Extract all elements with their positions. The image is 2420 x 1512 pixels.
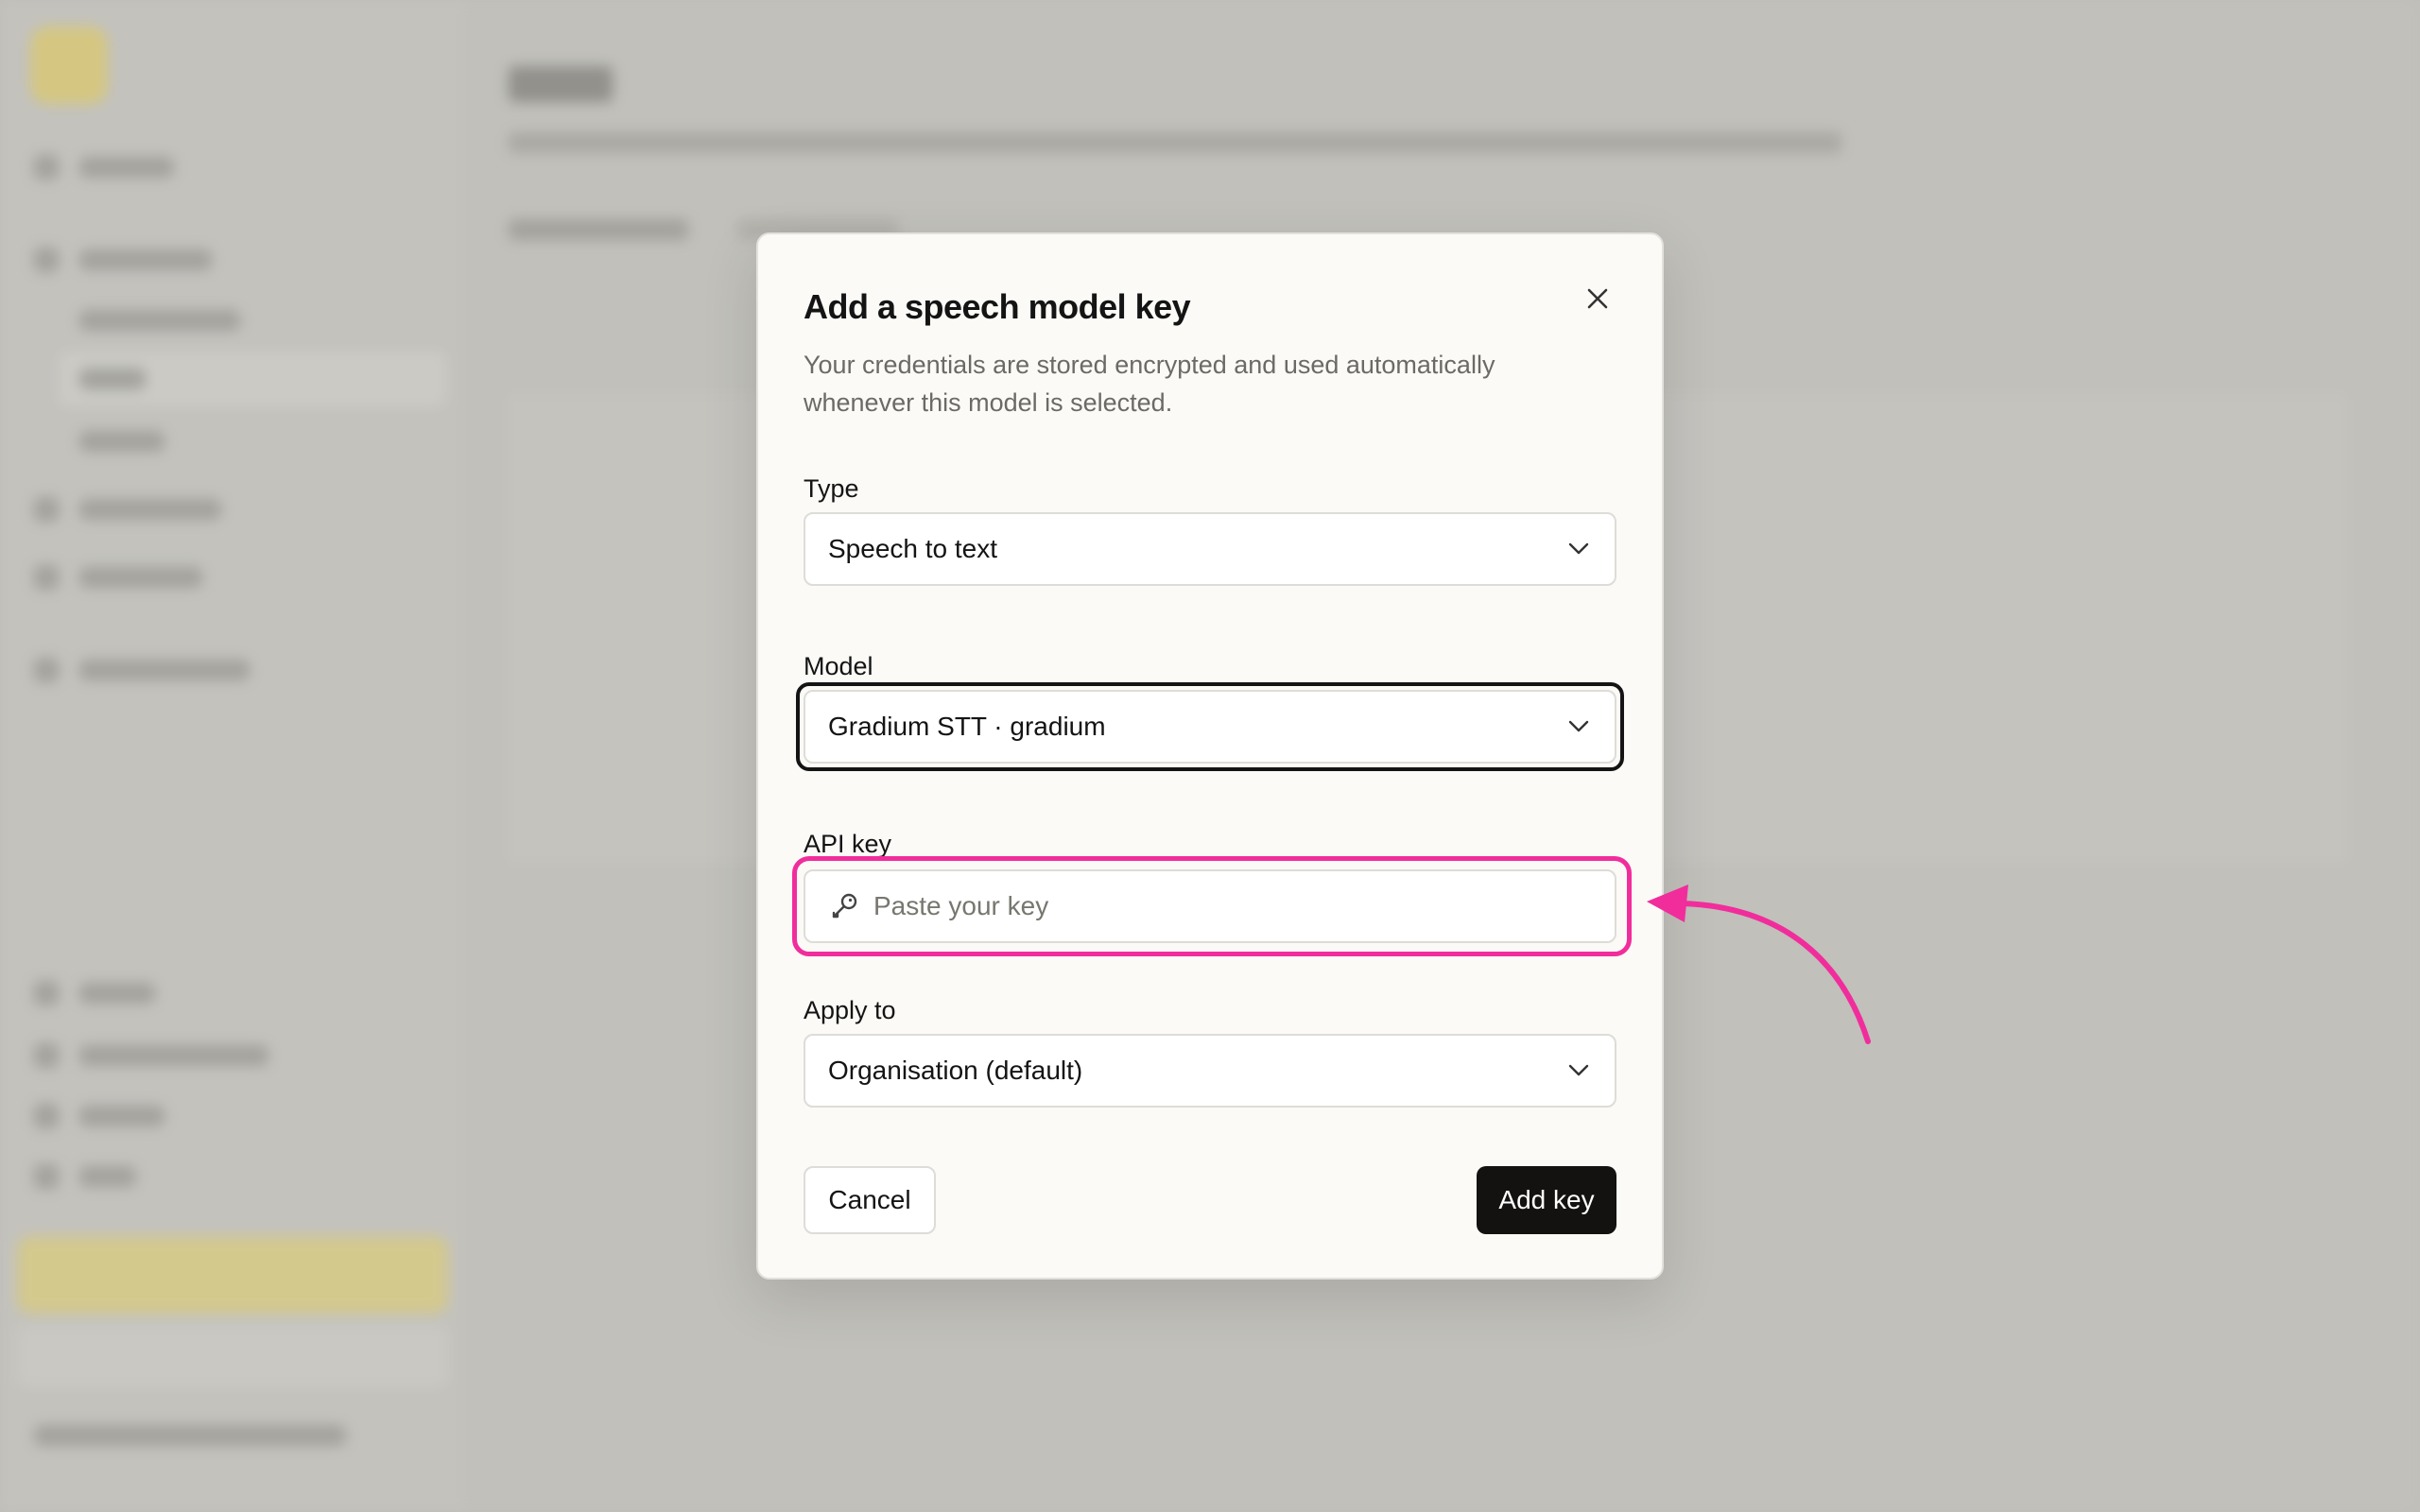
sidebar-subitem[interactable] — [79, 310, 240, 331]
cancel-button[interactable]: Cancel — [804, 1166, 936, 1234]
sidebar-icon — [34, 155, 59, 180]
api-key-field[interactable] — [804, 869, 1616, 943]
apply-to-select[interactable]: Organisation (default) — [804, 1034, 1616, 1108]
api-key-label: API key — [804, 830, 892, 858]
sidebar-item[interactable] — [79, 157, 174, 178]
sidebar-item[interactable] — [79, 567, 202, 588]
usage-panel — [17, 1325, 448, 1387]
sidebar-icon — [34, 1043, 59, 1068]
sidebar-item[interactable] — [79, 983, 155, 1004]
close-button[interactable] — [1579, 280, 1616, 318]
sidebar-icon — [34, 981, 59, 1005]
key-icon — [828, 890, 860, 922]
sidebar-item[interactable] — [79, 249, 212, 270]
sidebar — [0, 0, 463, 1512]
model-select[interactable]: Gradium STT · gradium — [804, 690, 1616, 764]
chevron-down-icon — [1565, 713, 1592, 740]
close-icon — [1587, 288, 1608, 309]
page-title — [509, 66, 613, 102]
add-key-dialog: Add a speech model key Your credentials … — [756, 232, 1664, 1280]
tab[interactable] — [509, 219, 688, 240]
apply-to-select-value: Organisation (default) — [828, 1056, 1083, 1085]
model-select-value: Gradium STT · gradium — [828, 712, 1106, 741]
type-select-value: Speech to text — [828, 534, 998, 563]
annotation-arrow — [1647, 885, 1871, 1044]
type-label: Type — [804, 474, 859, 503]
dialog-title: Add a speech model key — [804, 287, 1191, 326]
upgrade-button[interactable] — [17, 1236, 448, 1314]
sidebar-icon — [34, 565, 59, 590]
sidebar-icon — [34, 658, 59, 682]
sidebar-icon — [34, 1104, 59, 1128]
logo — [30, 26, 108, 104]
sidebar-icon — [34, 1164, 59, 1189]
sidebar-item[interactable] — [79, 1166, 136, 1187]
model-label: Model — [804, 652, 873, 680]
add-key-button[interactable]: Add key — [1477, 1166, 1616, 1234]
sidebar-item[interactable] — [79, 1106, 164, 1126]
sidebar-item[interactable] — [79, 499, 221, 520]
workspace-switcher[interactable] — [34, 1425, 346, 1446]
sidebar-subitem[interactable] — [79, 369, 146, 389]
sidebar-icon — [34, 248, 59, 272]
chevron-down-icon — [1565, 536, 1592, 562]
dialog-description: Your credentials are stored encrypted an… — [804, 351, 1495, 417]
sidebar-item[interactable] — [79, 1045, 268, 1066]
type-select[interactable]: Speech to text — [804, 512, 1616, 586]
chevron-down-icon — [1565, 1057, 1592, 1084]
sidebar-subitem[interactable] — [79, 431, 164, 452]
api-key-input[interactable] — [873, 891, 1592, 921]
apply-to-label: Apply to — [804, 996, 896, 1024]
page-subtitle — [509, 132, 1841, 153]
sidebar-item[interactable] — [79, 660, 250, 680]
sidebar-icon — [34, 497, 59, 522]
